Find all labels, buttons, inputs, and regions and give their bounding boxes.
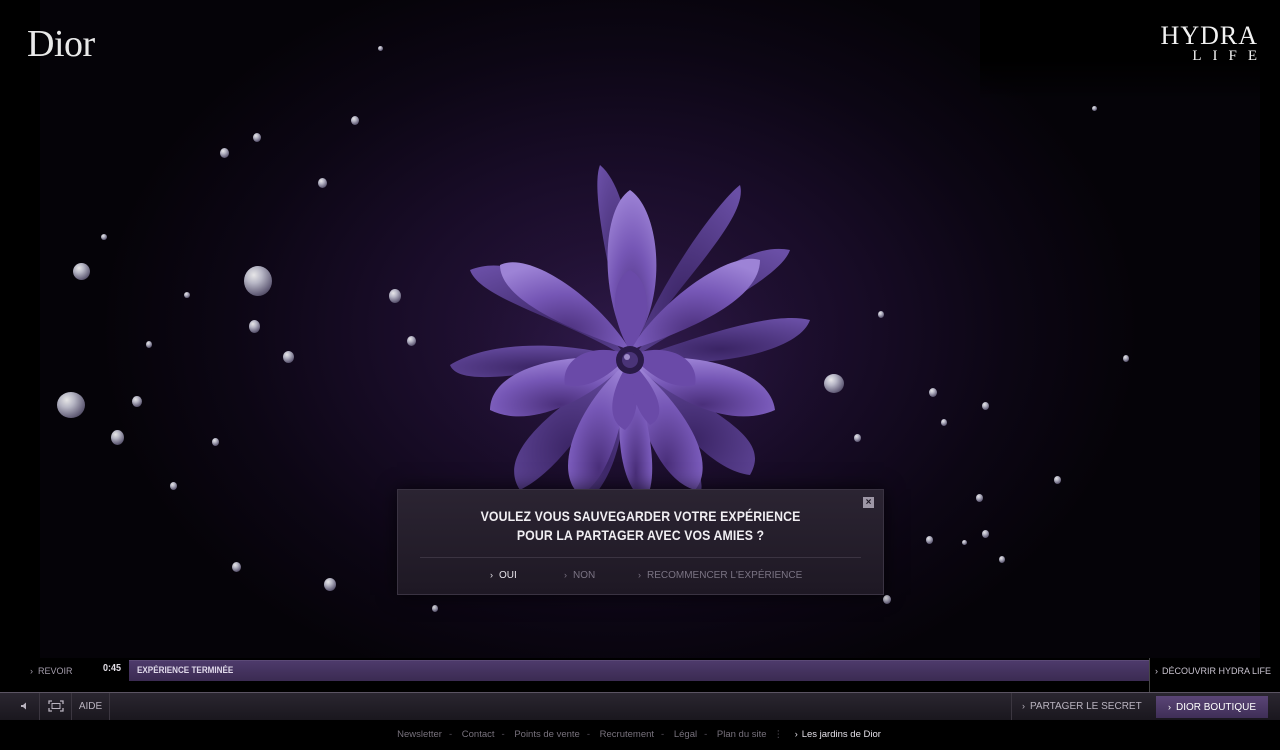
water-drop — [184, 292, 190, 298]
sound-button[interactable] — [10, 693, 40, 720]
chevron-right-icon: › — [794, 729, 798, 739]
water-drop — [253, 133, 261, 142]
footer-separator: - — [661, 729, 665, 740]
water-drop — [146, 341, 152, 348]
footer-link-recrutement[interactable]: Recrutement — [600, 729, 654, 740]
water-drop — [976, 494, 983, 502]
progress-status: EXPÉRIENCE TERMINÉE — [137, 665, 234, 675]
water-drop — [220, 148, 229, 158]
chevron-right-icon: › — [490, 570, 493, 580]
bottom-toolbar: AIDE › PARTAGER LE SECRET › DIOR BOUTIQUE — [0, 692, 1280, 720]
hydra-life-logo[interactable]: HYDRA LIFE — [1160, 21, 1258, 65]
water-drop — [878, 311, 884, 318]
timecode: 0:45 — [103, 663, 122, 674]
chevron-right-icon: › — [1022, 701, 1025, 711]
water-drop — [212, 438, 219, 446]
restart-button-label: RECOMMENCER L'EXPÉRIENCE — [647, 570, 803, 581]
water-drop — [318, 178, 327, 188]
water-drop — [982, 530, 989, 538]
water-drop — [378, 46, 383, 51]
replay-label: REVOIR — [38, 666, 73, 676]
share-label: PARTAGER LE SECRET — [1030, 701, 1142, 712]
water-drop — [941, 419, 947, 426]
progress-row: › REVOIR 0:45 EXPÉRIENCE TERMINÉE › DÉCOUV… — [0, 658, 1280, 692]
water-drop — [883, 595, 891, 604]
chevron-right-icon: › — [564, 570, 567, 580]
water-drop — [926, 536, 933, 544]
water-drop — [324, 578, 336, 591]
dior-logo[interactable]: Dior — [27, 22, 95, 66]
chevron-right-icon: › — [638, 570, 641, 580]
yes-button-label: OUI — [499, 570, 517, 581]
water-drop — [982, 402, 989, 410]
dialog-question: VOULEZ VOUS SAUVEGARDER VOTRE EXPÉRIENCE… — [427, 507, 854, 545]
chevron-right-icon: › — [30, 666, 33, 676]
water-drop — [962, 540, 967, 545]
water-drop — [929, 388, 937, 397]
chevron-right-icon: › — [1167, 702, 1171, 712]
footer-separator: - — [501, 729, 505, 740]
water-drop — [389, 289, 401, 303]
help-button[interactable]: AIDE — [72, 693, 110, 720]
footer-links: Newsletter - Contact - Points de vente - Re… — [0, 720, 1280, 750]
water-drop — [73, 263, 90, 280]
speaker-icon — [20, 702, 26, 710]
water-drop — [57, 392, 85, 418]
footer-separator: - — [586, 729, 590, 740]
no-button-label: NON — [573, 570, 596, 581]
yes-button[interactable]: › OUI — [490, 570, 517, 581]
water-drop — [232, 562, 241, 572]
progress-bar-fill — [129, 661, 1149, 681]
water-drop — [1054, 476, 1061, 484]
footer-separator: - — [704, 729, 708, 740]
footer-link-points-de-vente[interactable]: Points de vente — [514, 729, 580, 740]
water-drop — [101, 234, 107, 240]
fullscreen-button[interactable] — [40, 693, 72, 720]
restart-experience-button[interactable]: › RECOMMENCER L'EXPÉRIENCE — [638, 570, 802, 581]
stage-left-border — [0, 0, 40, 658]
water-drop — [132, 396, 142, 407]
water-drop — [1092, 106, 1097, 111]
replay-button[interactable]: › REVOIR — [30, 666, 73, 676]
water-drop — [351, 116, 359, 125]
footer-separator: ⋮ — [773, 729, 784, 740]
dialog-question-line2: POUR LA PARTAGER AVEC VOS AMIES ? — [516, 527, 765, 543]
boutique-label: DIOR BOUTIQUE — [1175, 702, 1256, 713]
jardins-label: Les jardins de Dior — [801, 729, 881, 740]
discover-label: DÉCOUVRIR HYDRA LIFE — [1162, 666, 1272, 676]
save-experience-dialog: × VOULEZ VOUS SAUVEGARDER VOTRE EXPÉRIEN… — [397, 489, 884, 595]
experience-stage: Dior HYDRA LIFE × VOULEZ VOUS SAUVEGARDE… — [0, 0, 1280, 658]
footer-separator: - — [448, 729, 453, 740]
dior-boutique-button[interactable]: › DIOR BOUTIQUE — [1156, 696, 1268, 718]
hydra-logo-line1: HYDRA — [1160, 21, 1258, 50]
fullscreen-icon — [47, 700, 64, 713]
discover-hydra-life-link[interactable]: › DÉCOUVRIR HYDRA LIFE — [1155, 666, 1271, 676]
share-secret-button[interactable]: › PARTAGER LE SECRET — [1011, 693, 1156, 720]
water-drop — [283, 351, 294, 363]
water-drop — [111, 430, 124, 445]
dialog-question-line1: VOULEZ VOUS SAUVEGARDER VOTRE EXPÉRIENCE — [480, 508, 801, 524]
progress-bar[interactable]: EXPÉRIENCE TERMINÉE — [129, 660, 1149, 681]
water-drop — [249, 320, 260, 333]
footer-link-legal[interactable]: Légal — [674, 729, 697, 740]
water-drop — [170, 482, 177, 490]
hydra-logo-line2: LIFE — [1192, 48, 1268, 64]
footer-link-contact[interactable]: Contact — [462, 729, 495, 740]
water-drop — [432, 605, 438, 612]
water-drop — [824, 374, 844, 393]
water-drop — [854, 434, 861, 442]
water-drop — [999, 556, 1005, 563]
footer-link-jardins-de-dior[interactable]: › Les jardins de Dior — [793, 729, 883, 740]
water-drop — [244, 266, 272, 296]
flower-illustration — [420, 165, 850, 500]
close-icon[interactable]: × — [863, 497, 874, 508]
chevron-right-icon: › — [1155, 666, 1158, 676]
footer-link-plan-du-site[interactable]: Plan du site — [717, 729, 767, 740]
dialog-divider — [420, 557, 861, 558]
no-button[interactable]: › NON — [564, 570, 595, 581]
footer-link-newsletter[interactable]: Newsletter — [397, 729, 442, 740]
divider — [1149, 658, 1150, 692]
water-drop — [1123, 355, 1129, 362]
water-drop — [407, 336, 416, 346]
